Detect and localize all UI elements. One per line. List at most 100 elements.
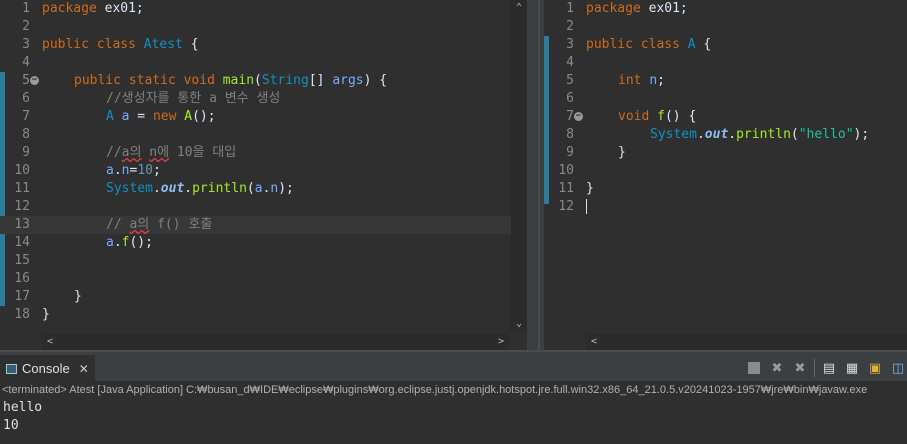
code-text: //a의 n에 10을 대입 (42, 144, 236, 162)
code-text: void f() { (586, 108, 696, 126)
editor-atest[interactable]: 1 package ex01; 2 3 public class Atest {4 5− p… (0, 0, 527, 350)
code-token: A (687, 37, 696, 52)
line-number: 14 (14, 235, 30, 250)
terminate-button[interactable] (745, 359, 763, 377)
line-number: 9 (566, 145, 574, 160)
terminated-status: <terminated> Atest [Java Application] C:… (2, 384, 868, 396)
code-token: } (618, 145, 626, 160)
line-number: 4 (566, 55, 574, 70)
code-token: out (160, 181, 185, 196)
code-token: static (128, 73, 176, 88)
scroll-up-icon[interactable]: ⌃ (511, 0, 527, 16)
editor-splitter[interactable] (527, 0, 544, 350)
code-line: 12 (0, 198, 527, 216)
line-number: 1 (566, 1, 574, 16)
line-number: 4 (22, 55, 30, 70)
vertical-scrollbar[interactable]: ⌃ ⌄ (511, 0, 527, 332)
code-token: void (618, 109, 650, 124)
horizontal-scrollbar[interactable]: < > (42, 334, 509, 350)
scroll-down-icon[interactable]: ⌄ (511, 316, 527, 332)
code-token: } (586, 181, 594, 196)
fold-marker-icon[interactable]: − (30, 76, 39, 85)
code-text: // a의 f() 호출 (42, 216, 212, 234)
line-number: 1 (22, 1, 30, 16)
code-token: n에 (149, 145, 170, 160)
tab-console[interactable]: Console ✕ (0, 355, 95, 382)
line-number: 15 (14, 253, 30, 268)
code-line: 15 (0, 252, 527, 270)
scroll-right-icon[interactable]: > (493, 334, 509, 350)
code-text: package ex01; (42, 0, 144, 18)
code-line: 3 public class A { (544, 36, 907, 54)
code-text: } (42, 306, 50, 324)
code-line: 4 (544, 54, 907, 72)
code-token: f (657, 109, 665, 124)
code-line: 14 a.f(); (0, 234, 527, 252)
display-console-icon[interactable]: ◫ (889, 359, 907, 377)
line-number: 7 (566, 109, 574, 124)
line-number: 2 (22, 19, 30, 34)
code-line: 10 (544, 162, 907, 180)
output-line: hello (3, 400, 43, 415)
code-text: } (42, 288, 82, 306)
code-token: public (586, 37, 633, 52)
code-line: 7− void f() { (544, 108, 907, 126)
code-text: public class A { (586, 36, 711, 54)
tab-console-label: Console (22, 361, 70, 376)
pin-console-icon[interactable]: ▣ (866, 359, 884, 377)
line-number: 6 (566, 91, 574, 106)
code-text: a.n=10; (42, 162, 161, 180)
line-number: 12 (558, 199, 574, 214)
line-number: 9 (22, 145, 30, 160)
code-text: } (586, 144, 626, 162)
code-token: package (42, 1, 97, 16)
code-token: package (586, 1, 641, 16)
console-toolbar: ✖ ✖ ▤ ▦ ▣ ◫ (745, 359, 907, 377)
code-token: (); (192, 109, 216, 124)
remove-launch-icon[interactable]: ✖ (768, 359, 786, 377)
code-token: System (106, 181, 153, 196)
line-number: 18 (14, 307, 30, 322)
code-token: [] (308, 73, 333, 88)
console-output[interactable]: <terminated> Atest [Java Application] C:… (0, 381, 907, 444)
scroll-left-icon[interactable]: < (42, 334, 58, 350)
code-token: String (261, 73, 309, 88)
fold-marker-icon[interactable]: − (574, 112, 583, 121)
code-token: ( (246, 181, 255, 196)
code-token: ; (657, 73, 665, 88)
code-token: . (696, 127, 705, 142)
code-line: 2 (0, 18, 527, 36)
editor-a[interactable]: 1 package ex01; 2 3 public class A {4 5 int n;… (544, 0, 907, 350)
code-text: package ex01; (586, 0, 688, 18)
scroll-lock-icon[interactable]: ▤ (820, 359, 838, 377)
code-token: ex01; (96, 1, 144, 16)
horizontal-scrollbar[interactable]: < (586, 334, 907, 350)
scroll-left-icon[interactable]: < (586, 334, 602, 350)
show-on-output-icon[interactable]: ▦ (843, 359, 861, 377)
code-token: } (42, 307, 50, 322)
code-token: () { (664, 109, 697, 124)
line-number: 13 (14, 217, 30, 232)
code-token: f() 호출 (149, 217, 213, 232)
code-token: ); (278, 181, 294, 196)
code-token: // (106, 145, 122, 160)
code-token: = (129, 109, 153, 124)
line-number: 8 (566, 127, 574, 142)
code-token: Atest (143, 37, 183, 52)
code-token: . (728, 127, 737, 142)
code-text: //생성자를 통한 a 변수 생성 (42, 90, 280, 108)
code-token: . (113, 163, 122, 178)
code-token: void (183, 73, 215, 88)
code-line: 3 public class Atest { (0, 36, 527, 54)
code-line: 18} (0, 306, 527, 324)
remove-all-icon[interactable]: ✖ (791, 359, 809, 377)
line-number: 10 (14, 163, 30, 178)
line-number: 2 (566, 19, 574, 34)
code-token: out (704, 127, 729, 142)
close-icon[interactable]: ✕ (79, 362, 89, 376)
